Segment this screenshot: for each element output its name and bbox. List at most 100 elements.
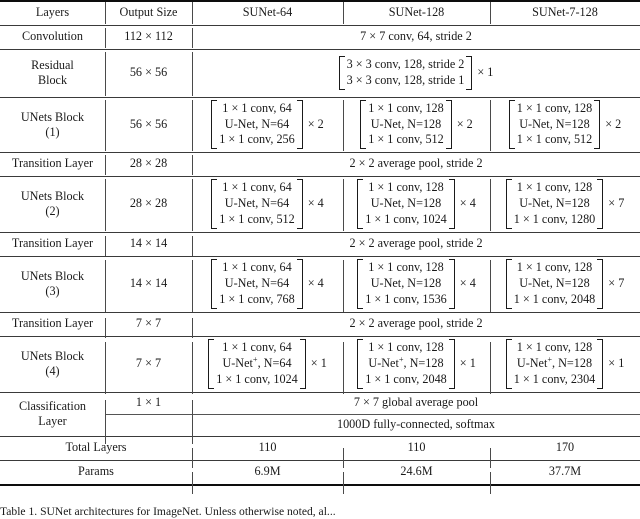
multiplier-unets1-sunet64: × 2 xyxy=(307,116,324,131)
multiplier-unets4-sunet128: × 1 xyxy=(459,356,476,371)
column-separator-1 xyxy=(105,179,107,231)
matrix-unets3-sunet7-128: 1 × 1 conv, 128 U-Net, N=128 1 × 1 conv,… xyxy=(505,258,604,310)
column-separator-2 xyxy=(192,179,194,231)
matrix-line: 1 × 1 conv, 128 xyxy=(368,260,444,275)
column-separator-4 xyxy=(490,342,492,394)
table-row-unets-block-2: UNets Block (2) 28 × 28 1 × 1 conv, 64 U… xyxy=(0,175,640,232)
column-separator-2 xyxy=(192,155,194,175)
column-separator-3 xyxy=(343,342,345,394)
matrix-unets2-sunet64: 1 × 1 conv, 64 U-Net, N=64 1 × 1 conv, 5… xyxy=(211,178,303,230)
column-separator-3 xyxy=(343,472,345,494)
row-label-transition-1: Transition Layer xyxy=(0,151,105,176)
bracket-right-icon xyxy=(299,339,306,389)
multiplier-unets2-sunet128: × 4 xyxy=(459,196,476,211)
column-separator-2 xyxy=(192,28,194,48)
matrix-residual: 3 × 3 conv, 128, stride 2 3 × 3 conv, 12… xyxy=(338,55,473,91)
matrix-line: 3 × 3 conv, 128, stride 2 xyxy=(346,57,465,72)
total-layers-sunet7-128: 170 xyxy=(490,435,640,460)
table-row-total-layers: Total Layers 110 110 170 xyxy=(0,435,640,460)
matrix-line: 1 × 1 conv, 64 xyxy=(222,340,292,355)
table-row-transition-3: Transition Layer 7 × 7 2 × 2 average poo… xyxy=(0,311,640,336)
cell-unets1-sunet128: 1 × 1 conv, 128 U-Net, N=128 1 × 1 conv,… xyxy=(343,96,490,152)
matrix-line: 1 × 1 conv, 128 xyxy=(516,260,593,275)
row-label-residual-block: Residual Block xyxy=(0,48,105,97)
header-sunet-64: SUNet-64 xyxy=(192,0,343,25)
table-row-unets-block-1: UNets Block (1) 56 × 56 1 × 1 conv, 64 U… xyxy=(0,96,640,152)
matrix-line: 1 × 1 conv, 128 xyxy=(516,340,593,355)
matrix-unets2-sunet128: 1 × 1 conv, 128 U-Net, N=128 1 × 1 conv,… xyxy=(357,178,455,230)
column-separator-1 xyxy=(105,2,107,24)
header-sunet-128: SUNet-128 xyxy=(343,0,490,25)
matrix-line: 1 × 1 conv, 128 xyxy=(516,180,593,195)
output-size-convolution: 112 × 112 xyxy=(105,24,192,49)
matrix-line: U-Net, N=128 xyxy=(370,276,442,291)
unet-plus-post: , N=128 xyxy=(403,356,444,371)
spec-residual-block: 3 × 3 conv, 128, stride 2 3 × 3 conv, 12… xyxy=(192,48,640,97)
header-sunet-7-128: SUNet-7-128 xyxy=(490,0,640,25)
matrix-line: U-Net, N=128 xyxy=(519,196,590,211)
output-size-classification-spacer xyxy=(105,413,192,436)
matrix-unets1-sunet64: 1 × 1 conv, 64 U-Net, N=64 1 × 1 conv, 2… xyxy=(211,99,303,151)
column-separator-2 xyxy=(192,472,194,494)
column-separator-1 xyxy=(105,155,107,175)
column-separator-2 xyxy=(192,100,194,151)
table-header-row: Layers Output Size SUNet-64 SUNet-128 SU… xyxy=(0,0,640,25)
column-separator-3 xyxy=(343,2,345,24)
output-size-unets-block-1: 56 × 56 xyxy=(105,96,192,152)
column-separator-3 xyxy=(343,100,345,151)
column-separator-3 xyxy=(343,260,345,312)
bracket-right-icon xyxy=(448,259,455,309)
column-separator-2 xyxy=(192,52,194,96)
unet-plus-pre: U-Net xyxy=(516,356,548,371)
output-size-classification: 1 × 1 xyxy=(105,391,192,414)
matrix-line: 1 × 1 conv, 64 xyxy=(222,260,292,275)
multiplier-unets3-sunet64: × 4 xyxy=(307,276,324,291)
bracket-right-icon xyxy=(296,179,303,229)
cell-unets2-sunet7-128: 1 × 1 conv, 128 U-Net, N=128 1 × 1 conv,… xyxy=(490,175,640,232)
matrix-line-unet-plus: U-Net+, N=128 xyxy=(514,355,596,372)
table-row-transition-2: Transition Layer 14 × 14 2 × 2 average p… xyxy=(0,231,640,256)
row-label-transition-2: Transition Layer xyxy=(0,231,105,256)
row-label-unets-block-2: UNets Block (2) xyxy=(0,175,105,232)
column-separator-3 xyxy=(343,179,345,231)
matrix-line: U-Net, N=64 xyxy=(224,196,290,211)
matrix-line: U-Net, N=128 xyxy=(519,276,590,291)
multiplier-unets2-sunet7-128: × 7 xyxy=(608,196,625,211)
column-separator-2 xyxy=(192,400,194,444)
multiplier-unets1-sunet7-128: × 2 xyxy=(605,116,622,131)
spec-transition-2: 2 × 2 average pool, stride 2 xyxy=(192,231,640,256)
column-separator-1 xyxy=(105,100,107,151)
multiplier-unets3-sunet7-128: × 7 xyxy=(608,276,625,291)
table-row-transition-1: Transition Layer 28 × 28 2 × 2 average p… xyxy=(0,151,640,176)
bracket-right-icon xyxy=(448,179,455,229)
spec-transition-3: 2 × 2 average pool, stride 2 xyxy=(192,311,640,336)
column-separator-2 xyxy=(192,260,194,312)
residual-label-line1: Residual xyxy=(31,58,74,73)
matrix-unets1-sunet128: 1 × 1 conv, 128 U-Net, N=128 1 × 1 conv,… xyxy=(360,99,452,151)
spec-classification-pool: 7 × 7 global average pool xyxy=(192,391,640,414)
bracket-right-icon xyxy=(597,259,604,309)
bracket-right-icon xyxy=(296,99,303,150)
matrix-line: 1 × 1 conv, 128 xyxy=(368,100,444,115)
unets2-label-line1: UNets Block xyxy=(20,189,85,204)
matrix-line: 1 × 1 conv, 128 xyxy=(368,180,444,195)
unet-plus-post: , N=64 xyxy=(257,356,292,371)
row-label-total-layers: Total Layers xyxy=(0,435,192,460)
total-layers-sunet128: 110 xyxy=(343,435,490,460)
residual-label-line2: Block xyxy=(37,73,68,87)
unet-plus-pre: U-Net xyxy=(368,356,399,371)
unets3-label-line1: UNets Block xyxy=(20,269,85,284)
row-label-classification: Classification Layer xyxy=(0,391,105,436)
matrix-line: 1 × 1 conv, 1536 xyxy=(365,291,447,306)
matrix-line-unet-plus: U-Net+, N=64 xyxy=(216,355,298,372)
matrix-line: 1 × 1 conv, 64 xyxy=(222,180,292,195)
column-separator-2 xyxy=(192,342,194,394)
matrix-line: 1 × 1 conv, 256 xyxy=(219,132,295,147)
unets4-label-line1: UNets Block xyxy=(20,349,85,364)
params-sunet128: 24.6M xyxy=(343,459,490,486)
table-row-unets-block-3: UNets Block (3) 14 × 14 1 × 1 conv, 64 U… xyxy=(0,255,640,312)
bracket-right-icon xyxy=(445,99,452,150)
matrix-line: 1 × 1 conv, 128 xyxy=(368,340,444,355)
cell-unets3-sunet64: 1 × 1 conv, 64 U-Net, N=64 1 × 1 conv, 7… xyxy=(192,255,343,312)
cell-unets4-sunet64: 1 × 1 conv, 64 U-Net+, N=64 1 × 1 conv, … xyxy=(192,335,343,392)
